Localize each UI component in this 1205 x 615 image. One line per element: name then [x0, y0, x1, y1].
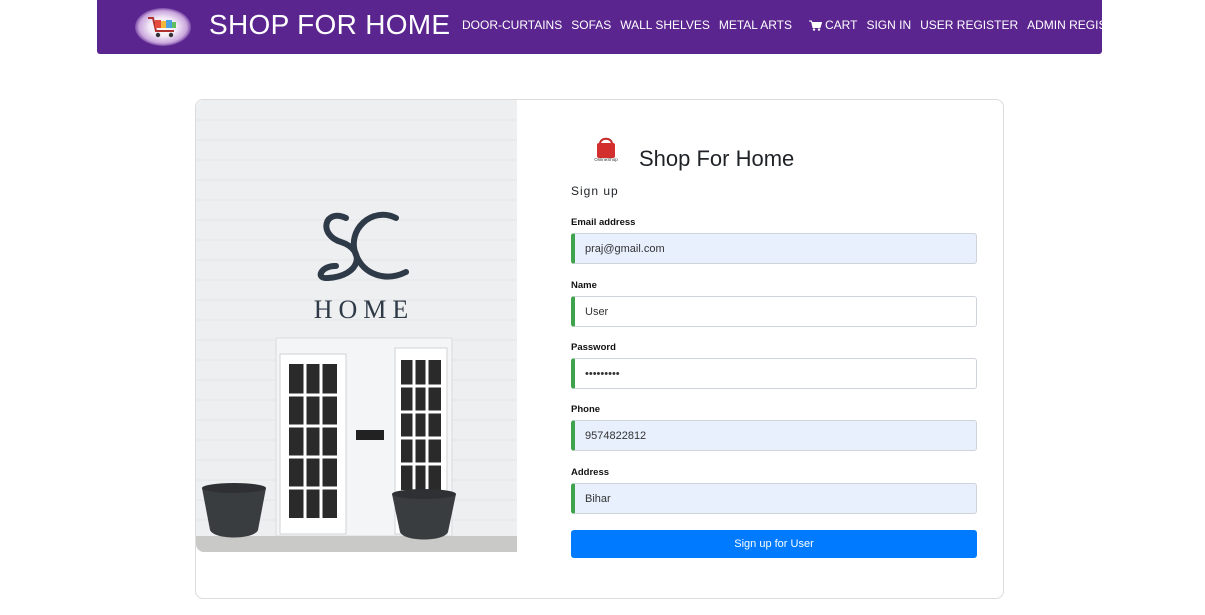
category-nav: DOOR-CURTAINS SOFAS WALL SHELVES METAL A… — [462, 18, 792, 32]
cart-icon — [809, 20, 822, 31]
name-field[interactable] — [571, 296, 977, 327]
nav-cart[interactable]: CART — [809, 18, 857, 32]
shop-logo: OnlineShop — [589, 134, 623, 168]
name-label: Name — [571, 280, 597, 291]
password-field[interactable] — [571, 358, 977, 389]
nav-wall-shelves[interactable]: WALL SHELVES — [620, 18, 710, 32]
address-label: Address — [571, 467, 610, 478]
brand-name[interactable]: SHOP FOR HOME — [209, 9, 450, 41]
storefront-illustration: HOME — [196, 100, 517, 552]
signup-card: HOME OnlineShop Shop For Home Sign up Em… — [195, 99, 1004, 599]
nav-metal-arts[interactable]: METAL ARTS — [719, 18, 792, 32]
brand-logo[interactable] — [135, 8, 191, 46]
nav-door-curtains[interactable]: DOOR-CURTAINS — [462, 18, 562, 32]
storefront-image: HOME — [196, 100, 517, 552]
planter-left — [202, 488, 266, 538]
signup-submit-button[interactable]: Sign up for User — [571, 530, 977, 558]
form-title: Shop For Home — [639, 146, 795, 171]
email-field[interactable] — [571, 233, 977, 264]
shopping-cart-logo-icon — [148, 17, 176, 38]
form-subtitle: Sign up — [571, 184, 619, 198]
shopping-bag-icon — [597, 137, 615, 158]
shop-logo-text: OnlineShop — [594, 157, 618, 162]
nav-sign-in[interactable]: SIGN IN — [866, 18, 911, 32]
address-field[interactable] — [571, 483, 977, 514]
top-navbar: SHOP FOR HOME DOOR-CURTAINS SOFAS WALL S… — [97, 0, 1130, 54]
mailbox — [356, 430, 384, 440]
phone-label: Phone — [571, 404, 601, 415]
nav-cart-label: CART — [825, 18, 858, 32]
nav-sofas[interactable]: SOFAS — [571, 18, 611, 32]
password-label: Password — [571, 342, 616, 353]
nav-user-register[interactable]: USER REGISTER — [920, 18, 1018, 32]
email-label: Email address — [571, 217, 636, 228]
wall-sign-text: HOME — [314, 295, 415, 324]
nav-admin-register[interactable]: ADMIN REGISTER — [1027, 18, 1130, 32]
planter-right — [392, 494, 456, 540]
phone-field[interactable] — [571, 420, 977, 451]
account-nav: CART SIGN IN USER REGISTER ADMIN REGISTE… — [809, 18, 1130, 32]
